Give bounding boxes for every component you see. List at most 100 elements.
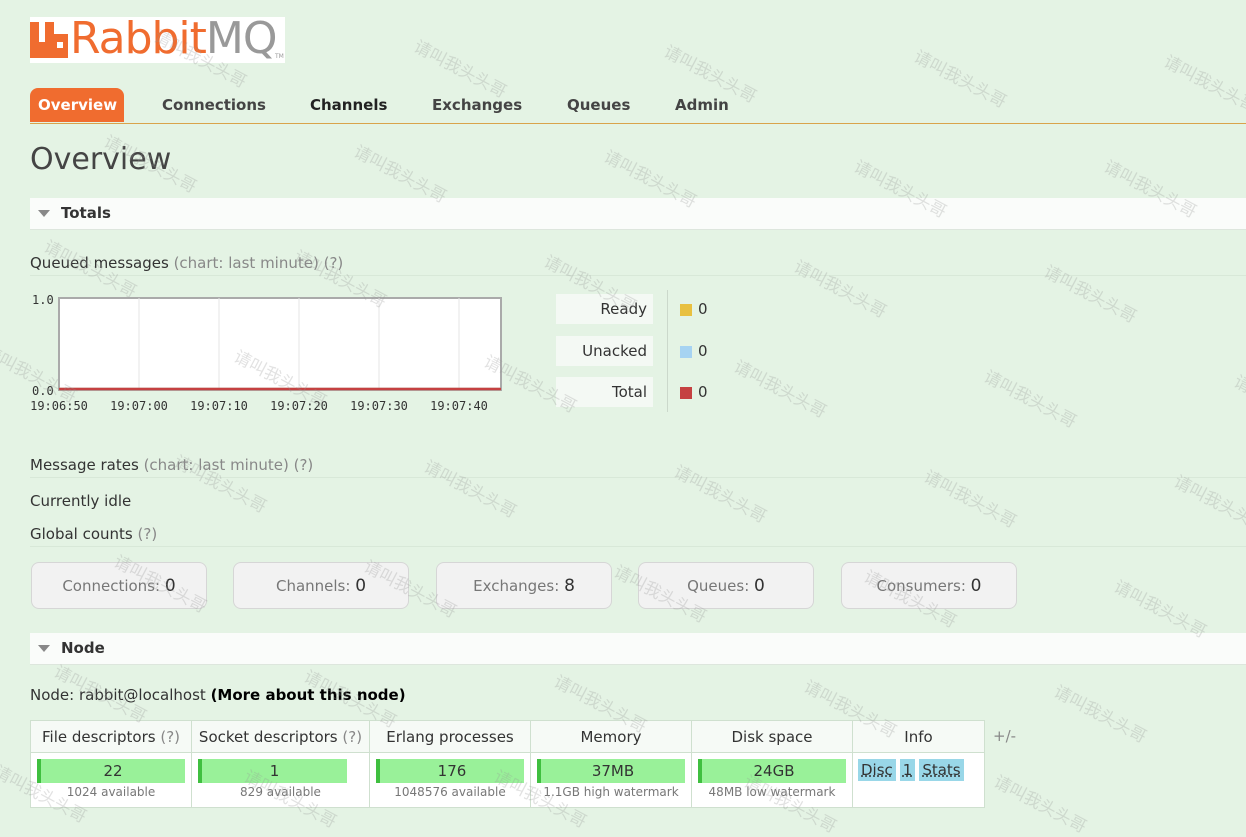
cell-erlang-processes: 176 1048576 available [369, 752, 531, 808]
chart-y-tick: 1.0 [32, 293, 54, 307]
queued-messages-hint[interactable]: (chart: last minute) (?) [174, 254, 344, 272]
chart-plot-area [58, 297, 502, 391]
usage-sub: 829 available [240, 785, 321, 799]
table-row: 22 1024 available 1 829 available 176 10… [30, 752, 985, 808]
rabbitmq-logo-icon [30, 22, 68, 58]
tab-channels[interactable]: Channels [310, 88, 387, 122]
node-section-header[interactable]: Node [30, 633, 1246, 665]
legend-label: Ready [556, 294, 653, 324]
node-section-title: Node [61, 639, 105, 657]
cell-memory: 37MB 1.1GB high watermark [530, 752, 692, 808]
chart-x-tick: 19:07:00 [110, 399, 168, 413]
queued-messages-heading: Queued messages (chart: last minute) (?) [30, 254, 343, 272]
node-name: rabbit@localhost [78, 686, 206, 704]
chart-x-tick: 19:07:30 [350, 399, 408, 413]
rabbitmq-logo[interactable]: RabbitMQ TM [30, 13, 285, 64]
message-rates-heading: Message rates (chart: last minute) (?) [30, 456, 313, 474]
divider [30, 275, 1246, 276]
main-nav: Overview Connections Channels Exchanges … [30, 88, 1246, 124]
chart-x-tick: 19:07:40 [430, 399, 488, 413]
count-channels[interactable]: Channels: 0 [233, 562, 409, 609]
logo-wordmark: RabbitMQ [70, 13, 278, 64]
count-queues[interactable]: Queues: 0 [638, 562, 814, 609]
totals-section-title: Totals [61, 204, 111, 222]
watermark-text: 请叫我头头哥 [1040, 261, 1140, 328]
count-value: 0 [355, 576, 367, 596]
watermark-text: 请叫我头头哥 [980, 366, 1080, 433]
chart-x-tick: 19:06:50 [30, 399, 88, 413]
legend-label: Unacked [556, 336, 653, 366]
watermark-text: 请叫我头头哥 [420, 456, 520, 523]
tab-exchanges[interactable]: Exchanges [432, 88, 522, 122]
legend-swatch [680, 346, 692, 358]
count-label: Exchanges: [473, 577, 560, 595]
cell-socket-descriptors: 1 829 available [191, 752, 370, 808]
count-exchanges[interactable]: Exchanges: 8 [436, 562, 612, 609]
legend-row-ready: Ready 0 [556, 294, 746, 324]
message-rates-hint[interactable]: (chart: last minute) (?) [144, 456, 314, 474]
legend-value: 0 [698, 383, 708, 401]
divider [30, 477, 1246, 478]
currently-idle-text: Currently idle [30, 492, 132, 510]
tab-queues[interactable]: Queues [567, 88, 630, 122]
usage-sub: 1048576 available [394, 785, 506, 799]
watermark-text: 请叫我头头哥 [350, 141, 450, 208]
totals-section-header[interactable]: Totals [30, 198, 1246, 230]
cell-info: Disc 1 Stats [852, 752, 985, 808]
legend-value: 0 [698, 300, 708, 318]
tab-connections[interactable]: Connections [162, 88, 266, 122]
collapse-triangle-icon [38, 645, 50, 652]
count-label: Queues: [687, 577, 750, 595]
usage-bar: 37MB [537, 759, 685, 783]
usage-sub: 1024 available [66, 785, 156, 799]
page-title: Overview [30, 142, 172, 177]
global-counts-heading: Global counts (?) [30, 525, 157, 543]
logo-trademark: TM [275, 53, 284, 60]
usage-sub: 48MB low watermark [708, 785, 836, 799]
chart-x-tick: 19:07:10 [190, 399, 248, 413]
queued-messages-legend: Ready 0 Unacked 0 Total 0 [556, 290, 756, 414]
legend-row-total: Total 0 [556, 377, 746, 407]
tab-admin[interactable]: Admin [675, 88, 729, 122]
count-connections[interactable]: Connections: 0 [31, 562, 207, 609]
legend-value: 0 [698, 342, 708, 360]
node-table-header: File descriptors (?) Socket descriptors … [30, 720, 985, 753]
col-erlang-processes: Erlang processes [369, 720, 531, 753]
legend-label: Total [556, 377, 653, 407]
watermark-text: 请叫我头头哥 [920, 466, 1020, 533]
node-line: Node: rabbit@localhost (More about this … [30, 686, 406, 704]
usage-sub: 1.1GB high watermark [543, 785, 679, 799]
col-file-descriptors: File descriptors (?) [30, 720, 192, 753]
info-tag-count[interactable]: 1 [899, 759, 916, 781]
cell-file-descriptors: 22 1024 available [30, 752, 192, 808]
chart-x-tick: 19:07:20 [270, 399, 328, 413]
watermark-text: 请叫我头头哥 [1170, 471, 1246, 538]
count-consumers[interactable]: Consumers: 0 [841, 562, 1017, 609]
queued-messages-label: Queued messages [30, 254, 169, 272]
info-tag-disc[interactable]: Disc [858, 759, 896, 781]
message-rates-label: Message rates [30, 456, 139, 474]
node-table: File descriptors (?) Socket descriptors … [30, 720, 985, 808]
usage-bar: 176 [376, 759, 524, 783]
chart-y-tick: 0.0 [32, 384, 54, 398]
col-socket-descriptors: Socket descriptors (?) [191, 720, 370, 753]
queued-messages-chart: 1.0 0.0 19:06:50 19:07:00 19:07:10 19:07:20 19… [30, 290, 510, 415]
global-counts-label: Global counts [30, 525, 133, 543]
usage-bar: 1 [198, 759, 347, 783]
count-label: Connections: [62, 577, 161, 595]
count-value: 0 [754, 576, 765, 596]
global-counts-hint[interactable]: (?) [138, 525, 158, 543]
count-value: 0 [164, 576, 176, 596]
collapse-triangle-icon [38, 210, 50, 217]
more-about-node-link[interactable]: (More about this node) [211, 686, 406, 704]
watermark-text: 请叫我头头哥 [990, 771, 1090, 837]
count-value: 8 [564, 576, 575, 596]
legend-swatch [680, 304, 692, 316]
info-tag-stats[interactable]: Stats [919, 759, 964, 781]
cell-disk-space: 24GB 48MB low watermark [691, 752, 853, 808]
count-value: 0 [970, 576, 982, 596]
node-label: Node: [30, 686, 75, 704]
tab-overview[interactable]: Overview [30, 88, 124, 122]
col-info: Info [852, 720, 985, 753]
column-toggle-button[interactable]: +/- [993, 727, 1016, 745]
